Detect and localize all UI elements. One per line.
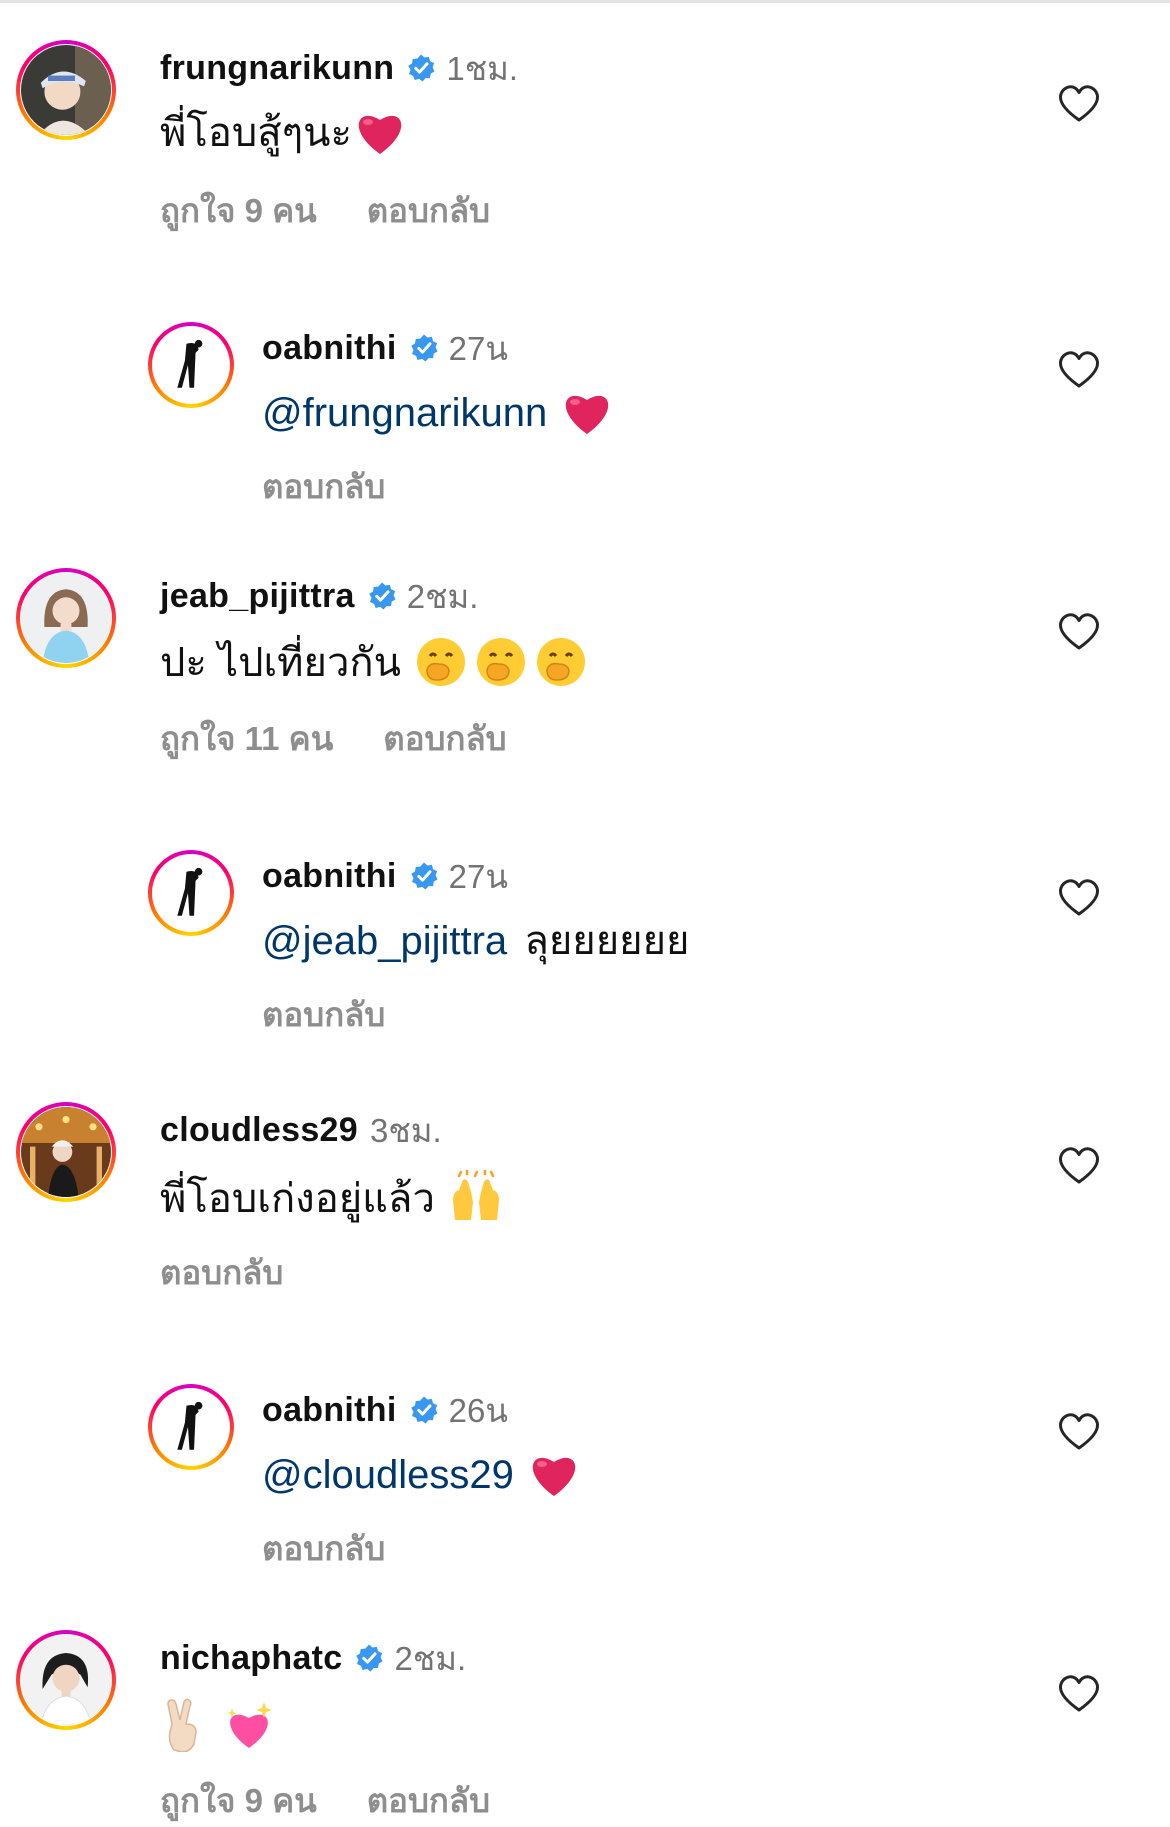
reply-button[interactable]: ตอบกลับ xyxy=(262,988,385,1041)
username[interactable]: cloudless29 xyxy=(160,1111,358,1150)
avatar[interactable] xyxy=(16,40,116,140)
avatar-photo xyxy=(21,1107,111,1197)
reply-item: oabnithi 27น @jeab_pijittra ลุยยยยยย ตอบ… xyxy=(0,826,1170,1033)
reply-button[interactable]: ตอบกลับ xyxy=(262,460,385,513)
likes-count[interactable]: ถูกใจ 11 คน xyxy=(160,712,333,765)
username[interactable]: frungnarikunn xyxy=(160,49,394,88)
like-heart-icon[interactable] xyxy=(1058,878,1100,918)
face-with-hand-over-mouth-emoji-icon xyxy=(415,636,467,688)
avatar-photo xyxy=(21,45,111,135)
comment-text: พี่โอบเก่งอยู่แล้ว xyxy=(160,1170,503,1224)
avatar[interactable] xyxy=(148,322,234,408)
username[interactable]: oabnithi xyxy=(262,857,397,896)
reply-button[interactable]: ตอบกลับ xyxy=(262,1522,385,1575)
comment-body: ลุยยยยยย xyxy=(524,919,690,963)
reply-button[interactable]: ตอบกลับ xyxy=(160,1246,283,1299)
verified-badge-icon xyxy=(409,333,439,363)
reply-button[interactable]: ตอบกลับ xyxy=(383,712,506,765)
username[interactable]: oabnithi xyxy=(262,329,397,368)
mention-link[interactable]: @cloudless29 xyxy=(262,1453,514,1497)
comment-text xyxy=(160,1698,274,1754)
comment-item: cloudless29 3ชม. พี่โอบเก่งอยู่แล้ว ตอบก… xyxy=(0,1062,1170,1291)
comment-text: @frungnarikunn xyxy=(262,388,613,438)
sparkling-heart-emoji-icon xyxy=(224,1698,274,1752)
like-heart-icon[interactable] xyxy=(1058,84,1100,124)
comment-body: ปะ ไปเที่ยวกัน xyxy=(160,641,401,685)
username[interactable]: oabnithi xyxy=(262,1391,397,1430)
like-heart-icon[interactable] xyxy=(1058,1412,1100,1452)
timestamp: 1ชม. xyxy=(446,49,519,87)
avatar-photo xyxy=(153,1389,229,1465)
comment-item: nichaphatc 2ชม. ถูกใจ 9 คน ตอบกลับ xyxy=(0,1590,1170,1819)
verified-badge-icon xyxy=(354,1643,384,1673)
verified-badge-icon xyxy=(409,861,439,891)
comment-body: พี่โอบสู้ๆนะ xyxy=(160,111,352,155)
username[interactable]: nichaphatc xyxy=(160,1639,342,1678)
verified-badge-icon xyxy=(367,581,397,611)
avatar[interactable] xyxy=(16,568,116,668)
avatar[interactable] xyxy=(148,1384,234,1470)
avatar[interactable] xyxy=(16,1630,116,1730)
mention-link[interactable]: @jeab_pijittra xyxy=(262,919,507,963)
red-heart-emoji-icon xyxy=(561,388,613,436)
comment-text: @jeab_pijittra ลุยยยยยย xyxy=(262,916,689,966)
reply-button[interactable]: ตอบกลับ xyxy=(367,184,490,237)
likes-count[interactable]: ถูกใจ 9 คน xyxy=(160,1774,317,1827)
face-with-hand-over-mouth-emoji-icon xyxy=(535,636,587,688)
avatar-photo xyxy=(21,1635,111,1725)
comment-body: พี่โอบเก่งอยู่แล้ว xyxy=(160,1177,435,1221)
like-heart-icon[interactable] xyxy=(1058,1674,1100,1714)
timestamp: 26น xyxy=(448,1391,508,1429)
like-heart-icon[interactable] xyxy=(1058,612,1100,652)
verified-badge-icon xyxy=(409,1395,439,1425)
timestamp: 27น xyxy=(448,857,508,895)
face-with-hand-over-mouth-emoji-icon xyxy=(475,636,527,688)
timestamp: 27น xyxy=(448,329,508,367)
reply-item: oabnithi 27น @frungnarikunn ตอบกลับ xyxy=(0,298,1170,505)
red-heart-emoji-icon xyxy=(528,1450,580,1498)
mention-link[interactable]: @frungnarikunn xyxy=(262,391,547,435)
comment-item: jeab_pijittra 2ชม. ปะ ไปเที่ยวกัน ถูกใจ … xyxy=(0,528,1170,757)
timestamp: 3ชม. xyxy=(369,1111,442,1149)
victory-hand-emoji-icon xyxy=(160,1698,210,1752)
username[interactable]: jeab_pijittra xyxy=(160,577,355,616)
timestamp: 2ชม. xyxy=(394,1639,467,1677)
like-heart-icon[interactable] xyxy=(1058,350,1100,390)
avatar[interactable] xyxy=(148,850,234,936)
like-heart-icon[interactable] xyxy=(1058,1146,1100,1186)
avatar-photo xyxy=(153,855,229,931)
red-heart-emoji-icon xyxy=(354,108,406,156)
verified-badge-icon xyxy=(406,53,436,83)
avatar[interactable] xyxy=(16,1102,116,1202)
avatar-photo xyxy=(21,573,111,663)
comment-text: พี่โอบสู้ๆนะ xyxy=(160,108,406,158)
timestamp: 2ชม. xyxy=(406,577,479,615)
comment-item: frungnarikunn 1ชม. พี่โอบสู้ๆนะ ถูกใจ 9 … xyxy=(0,0,1170,229)
likes-count[interactable]: ถูกใจ 9 คน xyxy=(160,184,317,237)
avatar-photo xyxy=(153,327,229,403)
comment-text: @cloudless29 xyxy=(262,1450,580,1500)
reply-item: oabnithi 26น @cloudless29 ตอบกลับ xyxy=(0,1360,1170,1567)
comment-text: ปะ ไปเที่ยวกัน xyxy=(160,636,587,688)
reply-button[interactable]: ตอบกลับ xyxy=(367,1774,490,1827)
raising-hands-emoji-icon xyxy=(449,1170,503,1224)
